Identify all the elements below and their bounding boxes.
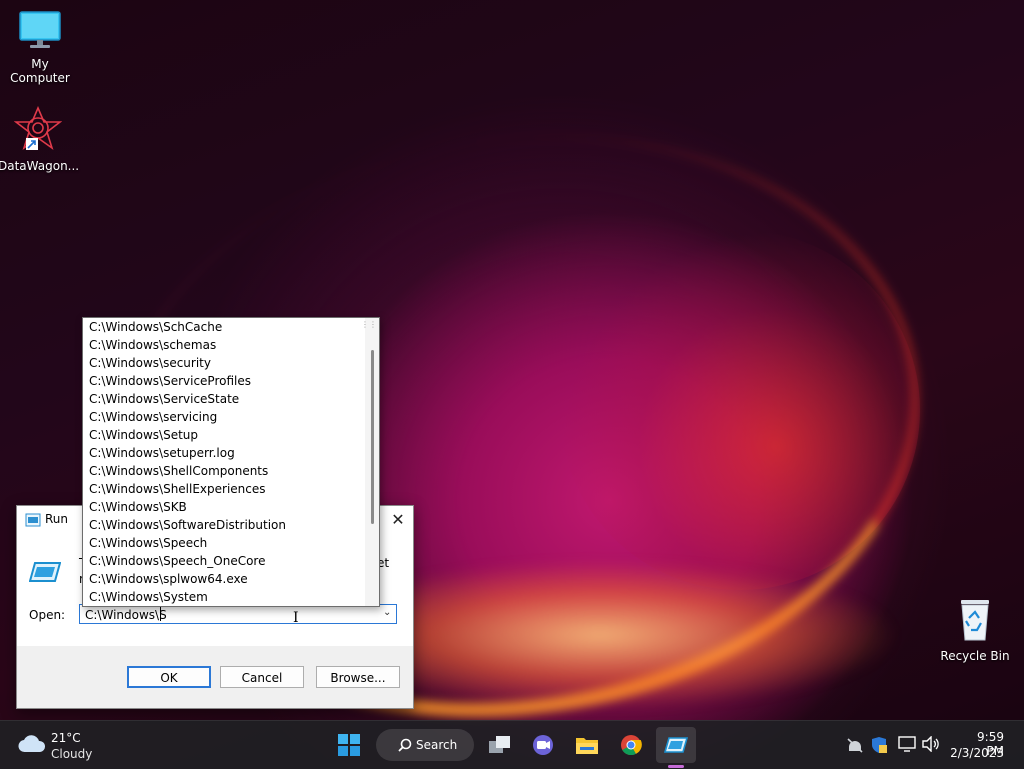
autocomplete-dropdown[interactable]: C:\Windows\SchCache C:\Windows\schemas C:\… <box>82 317 380 607</box>
start-icon <box>338 734 360 756</box>
weather-condition: Cloudy <box>51 747 93 761</box>
search-label: Search <box>416 738 458 752</box>
chat-icon <box>533 735 553 755</box>
start-button[interactable] <box>331 729 367 761</box>
run-title: Run <box>45 512 69 526</box>
autocomplete-item[interactable]: C:\Windows\ServiceState <box>83 390 365 408</box>
run-taskbar-button[interactable] <box>656 727 696 763</box>
autocomplete-item[interactable]: C:\Windows\servicing <box>83 408 365 426</box>
desktop-icon-my-computer[interactable]: My Computer <box>0 10 80 85</box>
display-icon[interactable] <box>898 736 916 752</box>
file-explorer-icon <box>576 738 598 754</box>
ok-button[interactable]: OK <box>127 666 211 688</box>
autocomplete-item[interactable]: C:\Windows\ShellComponents <box>83 462 365 480</box>
search-box[interactable]: Search <box>376 729 474 761</box>
resize-grip-icon[interactable]: ⋮⋮ <box>361 320 377 329</box>
autocomplete-item[interactable]: C:\Windows\setuperr.log <box>83 444 365 462</box>
desktop-icon-label: Recycle Bin <box>940 649 1010 663</box>
desktop-icon-label: DataWagon... <box>0 159 80 173</box>
autocomplete-item[interactable]: C:\Windows\security <box>83 354 365 372</box>
scrollbar-thumb[interactable] <box>371 350 374 524</box>
autocomplete-item[interactable]: C:\Windows\splwow64.exe <box>83 570 365 588</box>
security-icon[interactable] <box>871 736 887 754</box>
run-icon <box>29 562 61 582</box>
autocomplete-item[interactable]: C:\Windows\Speech_OneCore <box>83 552 365 570</box>
autocomplete-item[interactable]: C:\Windows\SoftwareDistribution <box>83 516 365 534</box>
browse-button[interactable]: Browse... <box>316 666 400 688</box>
chrome-button[interactable] <box>613 729 649 761</box>
recycle-bin-icon <box>961 600 989 641</box>
chrome-icon <box>621 735 642 756</box>
taskbar: 21°C Cloudy Search 9:59 PM 2/3/2023 <box>0 720 1024 769</box>
cancel-button[interactable]: Cancel <box>220 666 304 688</box>
task-view-icon <box>489 736 510 753</box>
scrollbar[interactable]: ⋮⋮ <box>361 318 379 606</box>
task-view-button[interactable] <box>482 729 518 761</box>
cloud-icon <box>18 735 46 753</box>
file-explorer-button[interactable] <box>569 729 605 761</box>
computer-icon <box>19 11 61 48</box>
run-app-icon <box>664 737 688 753</box>
open-input-value[interactable]: C:\Windows\S <box>85 608 167 622</box>
autocomplete-item[interactable]: C:\Windows\Setup <box>83 426 365 444</box>
autocomplete-item[interactable]: C:\Windows\System <box>83 588 365 606</box>
ibeam-cursor-icon: I <box>293 610 299 626</box>
run-app-icon <box>25 513 41 527</box>
autocomplete-item[interactable]: C:\Windows\SKB <box>83 498 365 516</box>
volume-icon[interactable] <box>921 736 941 752</box>
desktop-icon-datawagon[interactable]: DataWagon... <box>0 105 80 173</box>
chat-button[interactable] <box>525 729 561 761</box>
weather-temperature: 21°C <box>51 731 81 745</box>
autocomplete-item[interactable]: C:\Windows\schemas <box>83 336 365 354</box>
chevron-down-icon[interactable]: ⌄ <box>383 607 391 618</box>
network-off-icon[interactable] <box>846 737 864 753</box>
autocomplete-item[interactable]: C:\Windows\ServiceProfiles <box>83 372 365 390</box>
desktop-icon-label: My Computer <box>10 57 70 85</box>
close-button[interactable]: ✕ <box>383 506 413 534</box>
autocomplete-item[interactable]: C:\Windows\ShellExperiences <box>83 480 365 498</box>
search-icon <box>398 738 412 752</box>
weather-widget[interactable]: 21°C Cloudy <box>10 721 100 769</box>
open-label: Open: <box>29 608 66 622</box>
datawagon-icon <box>13 105 63 151</box>
autocomplete-list: C:\Windows\SchCache C:\Windows\schemas C:\… <box>83 318 365 606</box>
desktop-icon-recycle-bin[interactable]: Recycle Bin <box>935 596 1015 663</box>
autocomplete-item[interactable]: C:\Windows\SchCache <box>83 318 365 336</box>
clock-date[interactable]: 2/3/2023 <box>950 746 1004 760</box>
autocomplete-item[interactable]: C:\Windows\Speech <box>83 534 365 552</box>
text-caret <box>160 607 161 621</box>
